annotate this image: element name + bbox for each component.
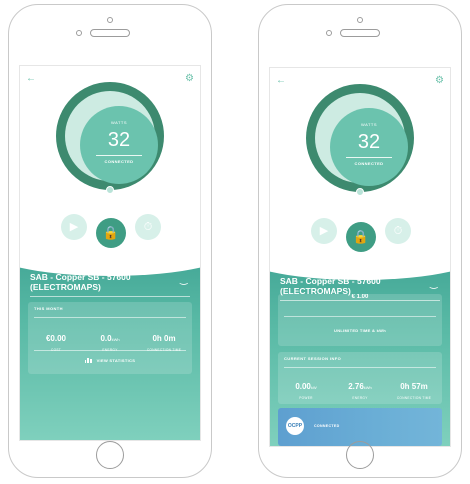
gauge-label: WATTS [110,120,128,125]
tariff-price: € 1.00 [351,294,369,300]
speaker-grille [340,29,380,37]
back-arrow-icon[interactable]: ← [26,74,36,84]
view-statistics-link[interactable]: VIEW STATISTICS [28,358,192,364]
current-session-card: CURRENT SESSION INFO 0.00kW POWER 2.76kW… [278,352,442,404]
gear-icon[interactable]: ⚙ [185,74,194,84]
play-icon: ▶ [69,221,79,233]
app-screen-left: ← ⚙ WATTS 32 CONNECTED ▶ 🔒 ⏱ SAB - Coppe… [19,65,201,441]
connection-status: CONNECTED [354,161,384,166]
stat-connection-time: 0h 57m CONNECTION TIME [396,382,432,400]
stat-power: 0.00kW POWER [295,382,317,400]
sensor-dot [326,30,332,36]
timer-button[interactable]: ⏱ [135,214,161,240]
play-icon: ▶ [319,225,329,237]
gauge-label: WATTS [360,122,378,127]
home-button[interactable] [346,441,374,469]
phone-frame-right: ← ⚙ WATTS 32 CONNECTED ▶ 🔒 ⏱ SAB - Coppe… [258,4,462,478]
camera-dot [107,17,113,23]
tariff-label: UNLIMITED TIME & kWh [334,328,386,333]
power-gauge: WATTS 32 CONNECTED [306,84,414,192]
lock-button[interactable]: 🔒 [96,218,126,248]
station-name: SAB - Copper SB - 57600 (ELECTROMAPS) [280,276,381,296]
gauge-indicator-dot [356,188,364,196]
stat-energy: 2.76kWh ENERGY [348,382,372,400]
gauge-value: 32 [107,129,131,151]
app-screen-right: ← ⚙ WATTS 32 CONNECTED ▶ 🔒 ⏱ SAB - Coppe… [269,67,451,447]
gear-icon[interactable]: ⚙ [435,76,444,86]
gauge-divider [96,155,142,156]
timer-icon: ⏱ [143,221,153,233]
stat-cost: €0.00 COST [45,334,67,352]
bar-chart-icon [84,358,93,364]
phone-frame-left: ← ⚙ WATTS 32 CONNECTED ▶ 🔒 ⏱ SAB - Coppe… [8,4,212,478]
back-arrow-icon[interactable]: ← [276,76,286,86]
camera-dot [357,17,363,23]
plug-icon: ⏝ [429,278,438,288]
ocpp-logo: OCPP [286,417,304,435]
speaker-grille [90,29,130,37]
this-month-card: THIS MONTH €0.00 COST 0.0kWh ENERGY 0h 0… [28,302,192,374]
home-button[interactable] [96,441,124,469]
gauge-divider [346,157,392,158]
gauge-value: 32 [357,131,381,153]
stat-energy: 0.0kWh ENERGY [100,334,120,352]
power-gauge: WATTS 32 CONNECTED [56,82,164,190]
divider [30,296,190,297]
sensor-dot [76,30,82,36]
lock-icon: 🔒 [102,225,120,240]
gauge-indicator-dot [106,186,114,194]
ocpp-status: CONNECTED [314,424,340,428]
card-title: THIS MONTH [34,306,63,311]
tariff-card: € 1.00 UNLIMITED TIME & kWh [278,294,442,346]
play-button[interactable]: ▶ [61,214,87,240]
timer-button[interactable]: ⏱ [385,218,411,244]
plug-icon: ⏝ [179,274,188,284]
connection-status: CONNECTED [104,159,134,164]
play-button[interactable]: ▶ [311,218,337,244]
timer-icon: ⏱ [393,225,403,237]
card-title: CURRENT SESSION INFO [284,356,342,361]
lock-button[interactable]: 🔒 [346,222,376,252]
stat-connection-time: 0h 0m CONNECTION TIME [147,334,181,352]
lock-icon: 🔒 [352,229,370,244]
station-name: SAB - Copper SB - 57600 (ELECTROMAPS) [30,272,131,292]
